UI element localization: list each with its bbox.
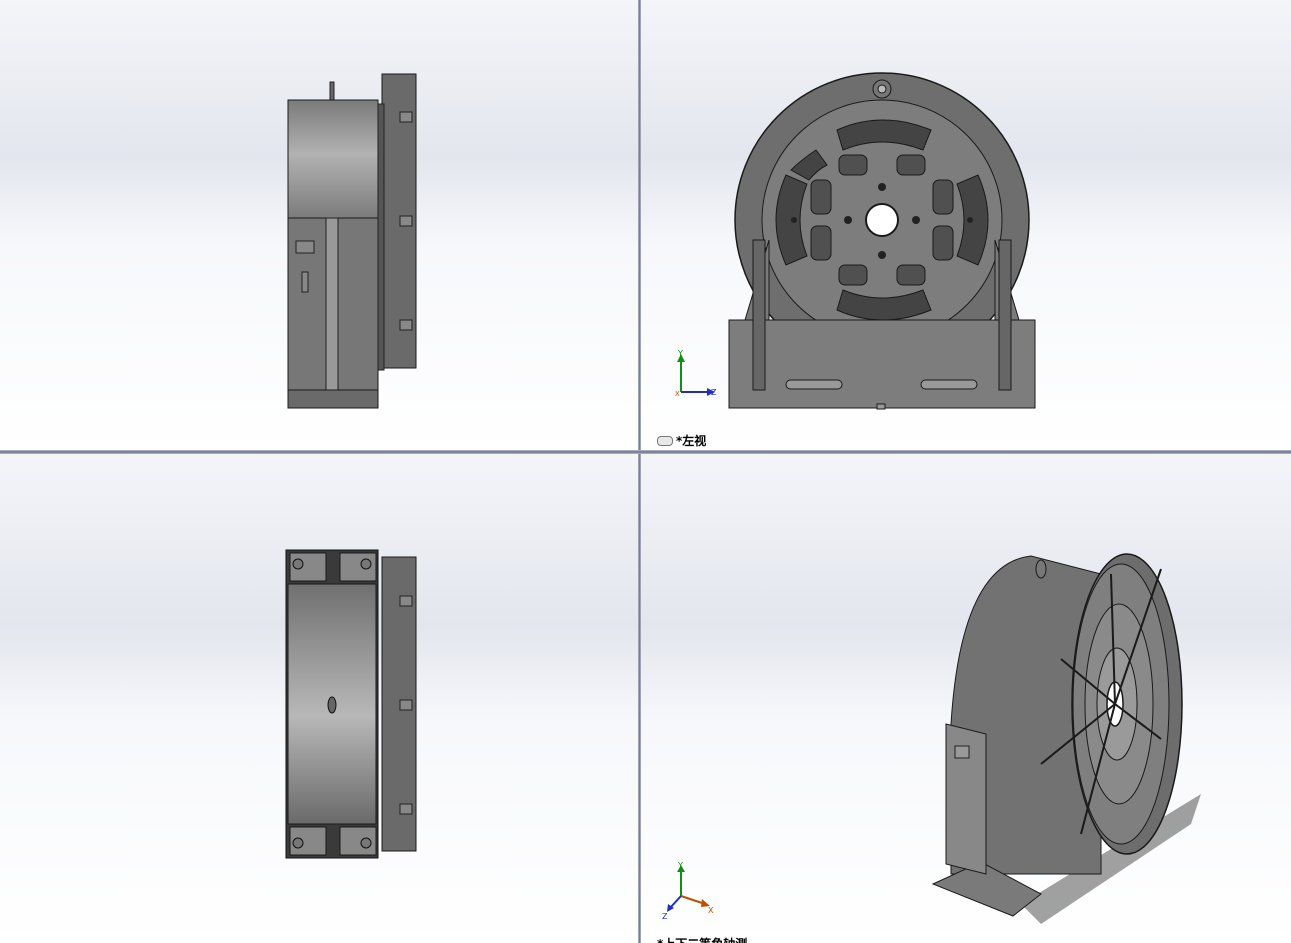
viewport-top-right[interactable]: Y Z X *左视 <box>641 0 1291 450</box>
svg-text:Y: Y <box>677 349 683 358</box>
coordinate-triad: Y Z X <box>675 349 717 398</box>
view-name-label: *左视 <box>657 432 706 449</box>
model-side-view[interactable] <box>0 0 638 450</box>
svg-text:Y: Y <box>677 861 683 870</box>
viewport-bottom-right[interactable]: Y X Z *上下二等角轴测 <box>641 454 1291 943</box>
view-link-icon <box>657 435 673 446</box>
svg-text:Z: Z <box>711 388 717 397</box>
svg-text:X: X <box>675 390 680 398</box>
viewport-bottom-left[interactable] <box>0 454 638 943</box>
svg-text:X: X <box>708 906 714 915</box>
view-name-text-iso: *上下二等角轴测 <box>657 935 747 943</box>
svg-text:Z: Z <box>662 912 668 920</box>
view-name-text: *左视 <box>676 434 707 448</box>
model-isometric-view[interactable] <box>641 454 1291 943</box>
viewport-splitter-horizontal[interactable] <box>0 450 1291 454</box>
model-top-view[interactable] <box>0 454 638 943</box>
coordinate-triad-iso: Y X Z <box>662 861 714 920</box>
viewport-splitter-vertical[interactable] <box>638 0 641 943</box>
view-name-label-iso: *上下二等角轴测 <box>657 935 747 943</box>
model-left-view[interactable] <box>641 0 1291 450</box>
viewport-top-left[interactable] <box>0 0 638 450</box>
